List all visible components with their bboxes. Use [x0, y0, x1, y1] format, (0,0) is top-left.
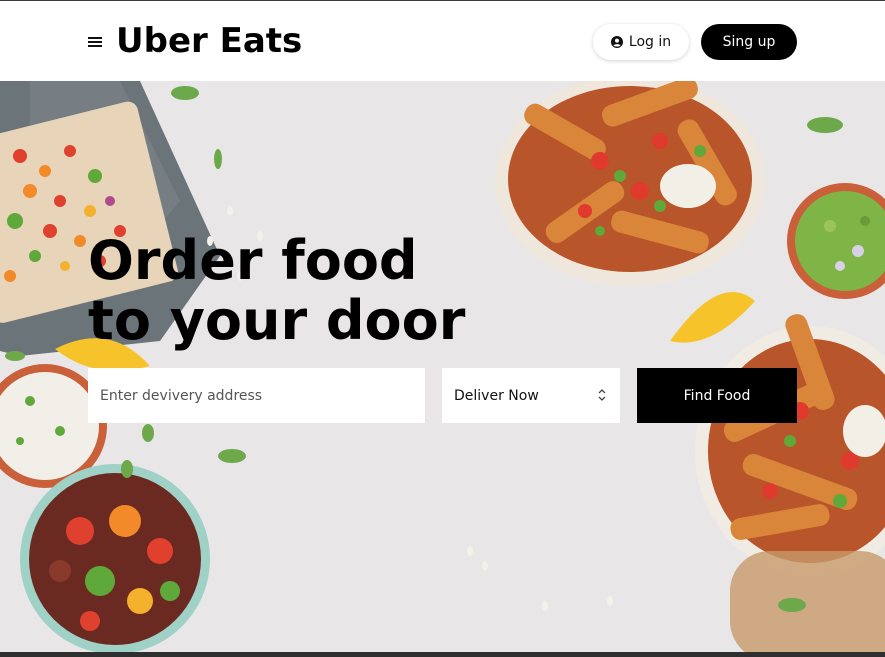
delivery-time-value: Deliver Now: [454, 387, 539, 404]
hamburger-menu-icon[interactable]: [88, 36, 102, 48]
brand-logo[interactable]: Uber Eats: [116, 19, 302, 63]
hero-headline: Order food to your door: [88, 231, 508, 351]
login-label: Log in: [628, 34, 672, 50]
delivery-address-input[interactable]: [88, 368, 425, 423]
top-navigation-bar: Uber Eats Log in Sing up: [0, 0, 885, 81]
headline-line-1: Order food: [88, 229, 418, 292]
window-bottom-edge: [0, 652, 885, 657]
user-circle-icon: [610, 36, 623, 48]
headline-line-2: to your door: [88, 289, 466, 352]
login-button[interactable]: Log in: [593, 24, 689, 60]
up-down-chevron-icon: [598, 389, 606, 401]
hero-section: Order food to your door Deliver Now Find…: [0, 81, 885, 657]
find-food-button[interactable]: Find Food: [637, 368, 797, 423]
delivery-time-select[interactable]: Deliver Now: [442, 368, 620, 423]
find-food-label: Find Food: [683, 387, 751, 404]
signup-label: Sing up: [722, 34, 776, 50]
signup-button[interactable]: Sing up: [701, 24, 797, 60]
